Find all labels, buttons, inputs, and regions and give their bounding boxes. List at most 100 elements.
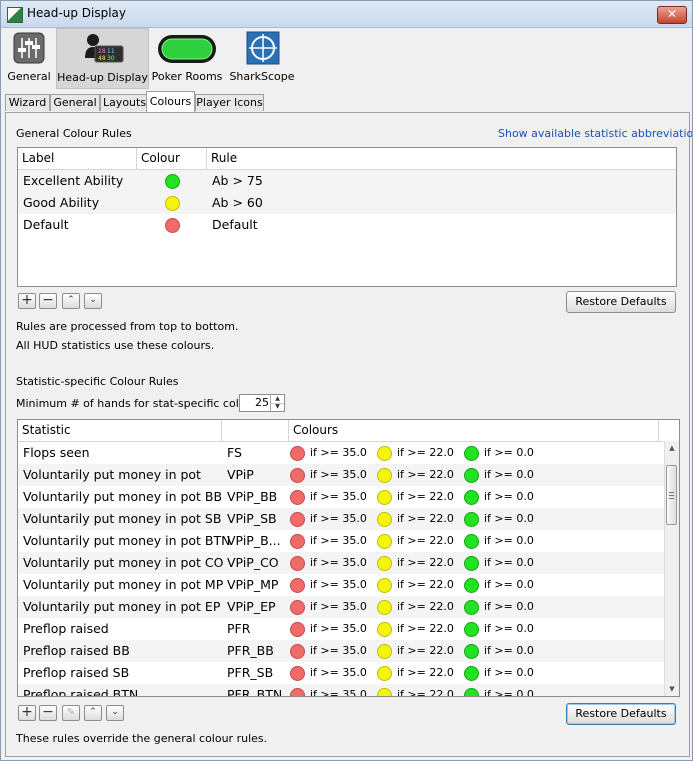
restore-defaults-general-button[interactable]: Restore Defaults	[566, 291, 676, 313]
colour-swatch-green[interactable]	[464, 534, 479, 549]
move-rule-down-button[interactable]: ⌄	[84, 293, 102, 309]
close-button[interactable]: ✕	[657, 6, 687, 24]
table-row[interactable]: Voluntarily put money in pot SB VPiP_SB if…	[18, 508, 679, 530]
remove-stat-rule-button[interactable]: −	[39, 705, 57, 721]
colour-swatch-green[interactable]	[464, 578, 479, 593]
edit-stat-rule-button[interactable]: ✎	[62, 705, 80, 721]
table-row[interactable]: Default Default	[18, 214, 676, 236]
table-row[interactable]: Flops seen FS if >= 35.0 if >= 22.0 if >= 0.…	[18, 442, 679, 464]
toolbar-item-sharkscope[interactable]: SharkScope	[228, 28, 296, 87]
column-header-abbreviation[interactable]	[222, 420, 289, 441]
statistic-name: Preflop raised BTN	[23, 687, 139, 697]
tab-colours[interactable]: Colours	[146, 91, 195, 112]
colours-tab-panel: General Colour Rules Show available stat…	[5, 112, 692, 757]
colour-swatch-yellow[interactable]	[377, 556, 392, 571]
table-row[interactable]: Voluntarily put money in pot CO VPiP_CO if…	[18, 552, 679, 574]
colour-swatch-yellow[interactable]	[377, 446, 392, 461]
stat-table-scrollbar[interactable]: ▲ ▼	[664, 441, 679, 696]
colour-swatch-yellow[interactable]	[377, 666, 392, 681]
colour-swatch-red[interactable]	[290, 622, 305, 637]
colour-swatch-yellow[interactable]	[377, 622, 392, 637]
table-row[interactable]: Preflop raised SB PFR_SB if >= 35.0 if >= 2…	[18, 662, 679, 684]
colour-swatch-yellow[interactable]	[377, 490, 392, 505]
table-row[interactable]: Voluntarily put money in pot EP VPiP_EP if…	[18, 596, 679, 618]
colour-swatch-yellow[interactable]	[165, 196, 180, 211]
colour-swatch-green[interactable]	[464, 512, 479, 527]
table-row[interactable]: Excellent Ability Ab > 75	[18, 170, 676, 192]
restore-defaults-stat-button[interactable]: Restore Defaults	[566, 703, 676, 725]
rule-label: Excellent Ability	[23, 173, 124, 188]
table-row[interactable]: Voluntarily put money in pot MP VPiP_MP if…	[18, 574, 679, 596]
colour-swatch-green[interactable]	[464, 556, 479, 571]
statistic-name: Voluntarily put money in pot BB	[23, 489, 223, 504]
table-row[interactable]: Preflop raised PFR if >= 35.0 if >= 22.0 if …	[18, 618, 679, 640]
threshold-condition: if >= 22.0	[397, 468, 454, 481]
show-abbreviations-link[interactable]: Show available statistic abbreviations	[498, 127, 692, 140]
colour-swatch-red[interactable]	[290, 468, 305, 483]
move-stat-rule-down-button[interactable]: ⌄	[106, 705, 124, 721]
colour-swatch-red[interactable]	[290, 490, 305, 505]
scroll-up-icon[interactable]: ▲	[665, 441, 679, 455]
table-row[interactable]: Good Ability Ab > 60	[18, 192, 676, 214]
move-stat-rule-up-button[interactable]: ⌃	[84, 705, 102, 721]
colour-swatch-yellow[interactable]	[377, 644, 392, 659]
colour-swatch-yellow[interactable]	[377, 512, 392, 527]
rules-order-note: Rules are processed from top to bottom.	[16, 320, 239, 333]
min-hands-spinbox[interactable]: 25 ▲ ▼	[239, 394, 285, 412]
colour-swatch-red[interactable]	[290, 446, 305, 461]
colour-swatch-green[interactable]	[464, 446, 479, 461]
colour-swatch-green[interactable]	[464, 622, 479, 637]
toolbar-item-label: Head-up Display	[57, 71, 148, 84]
colour-swatch-red[interactable]	[290, 666, 305, 681]
scroll-thumb[interactable]	[666, 465, 677, 525]
toolbar-item-head-up-display[interactable]: 28 11 48 30 Head-up Display	[56, 28, 149, 89]
colour-swatch-green[interactable]	[165, 174, 180, 189]
colour-swatch-red[interactable]	[290, 688, 305, 696]
colour-swatch-red[interactable]	[290, 644, 305, 659]
poker-table-icon	[158, 35, 216, 63]
column-header-colours[interactable]: Colours	[289, 420, 659, 441]
column-header-colour[interactable]: Colour	[137, 148, 207, 169]
table-row[interactable]: Preflop raised BB PFR_BB if >= 35.0 if >= 2…	[18, 640, 679, 662]
statistic-abbreviation: PFR	[227, 621, 251, 636]
table-row[interactable]: Preflop raised BTN PFR_BTN if >= 35.0 if >=…	[18, 684, 679, 697]
colour-swatch-red[interactable]	[290, 578, 305, 593]
scroll-down-icon[interactable]: ▼	[665, 682, 679, 696]
colour-swatch-green[interactable]	[464, 644, 479, 659]
colour-swatch-red[interactable]	[290, 600, 305, 615]
move-rule-up-button[interactable]: ⌃	[62, 293, 80, 309]
tab-wizard[interactable]: Wizard	[5, 94, 50, 111]
table-row[interactable]: Voluntarily put money in pot BTN VPiP_B..…	[18, 530, 679, 552]
threshold-condition: if >= 22.0	[397, 534, 454, 547]
spin-down-icon[interactable]: ▼	[271, 403, 284, 411]
add-rule-button[interactable]: +	[18, 293, 36, 309]
add-stat-rule-button[interactable]: +	[18, 705, 36, 721]
toolbar-item-poker-rooms[interactable]: Poker Rooms	[151, 28, 223, 87]
colour-swatch-red[interactable]	[290, 512, 305, 527]
colour-swatch-yellow[interactable]	[377, 468, 392, 483]
column-header-rule[interactable]: Rule	[207, 148, 676, 169]
threshold-condition: if >= 35.0	[310, 622, 367, 635]
colour-swatch-red[interactable]	[290, 534, 305, 549]
colour-swatch-red[interactable]	[165, 218, 180, 233]
tab-layouts[interactable]: Layouts	[100, 94, 149, 111]
colour-swatch-green[interactable]	[464, 688, 479, 696]
toolbar-item-general[interactable]: General	[4, 28, 54, 87]
colour-swatch-green[interactable]	[464, 600, 479, 615]
colour-swatch-yellow[interactable]	[377, 578, 392, 593]
colour-swatch-red[interactable]	[290, 556, 305, 571]
colour-swatch-yellow[interactable]	[377, 688, 392, 696]
colour-swatch-yellow[interactable]	[377, 600, 392, 615]
table-row[interactable]: Voluntarily put money in pot BB VPiP_BB if…	[18, 486, 679, 508]
remove-rule-button[interactable]: −	[39, 293, 57, 309]
colour-swatch-yellow[interactable]	[377, 534, 392, 549]
tab-player-icons[interactable]: Player Icons	[195, 94, 264, 111]
table-row[interactable]: Voluntarily put money in pot VPiP if >= 35…	[18, 464, 679, 486]
threshold-condition: if >= 0.0	[484, 688, 534, 697]
colour-swatch-green[interactable]	[464, 666, 479, 681]
colour-swatch-green[interactable]	[464, 490, 479, 505]
colour-swatch-green[interactable]	[464, 468, 479, 483]
column-header-statistic[interactable]: Statistic	[18, 420, 222, 441]
column-header-label[interactable]: Label	[18, 148, 137, 169]
tab-general[interactable]: General	[50, 94, 100, 111]
